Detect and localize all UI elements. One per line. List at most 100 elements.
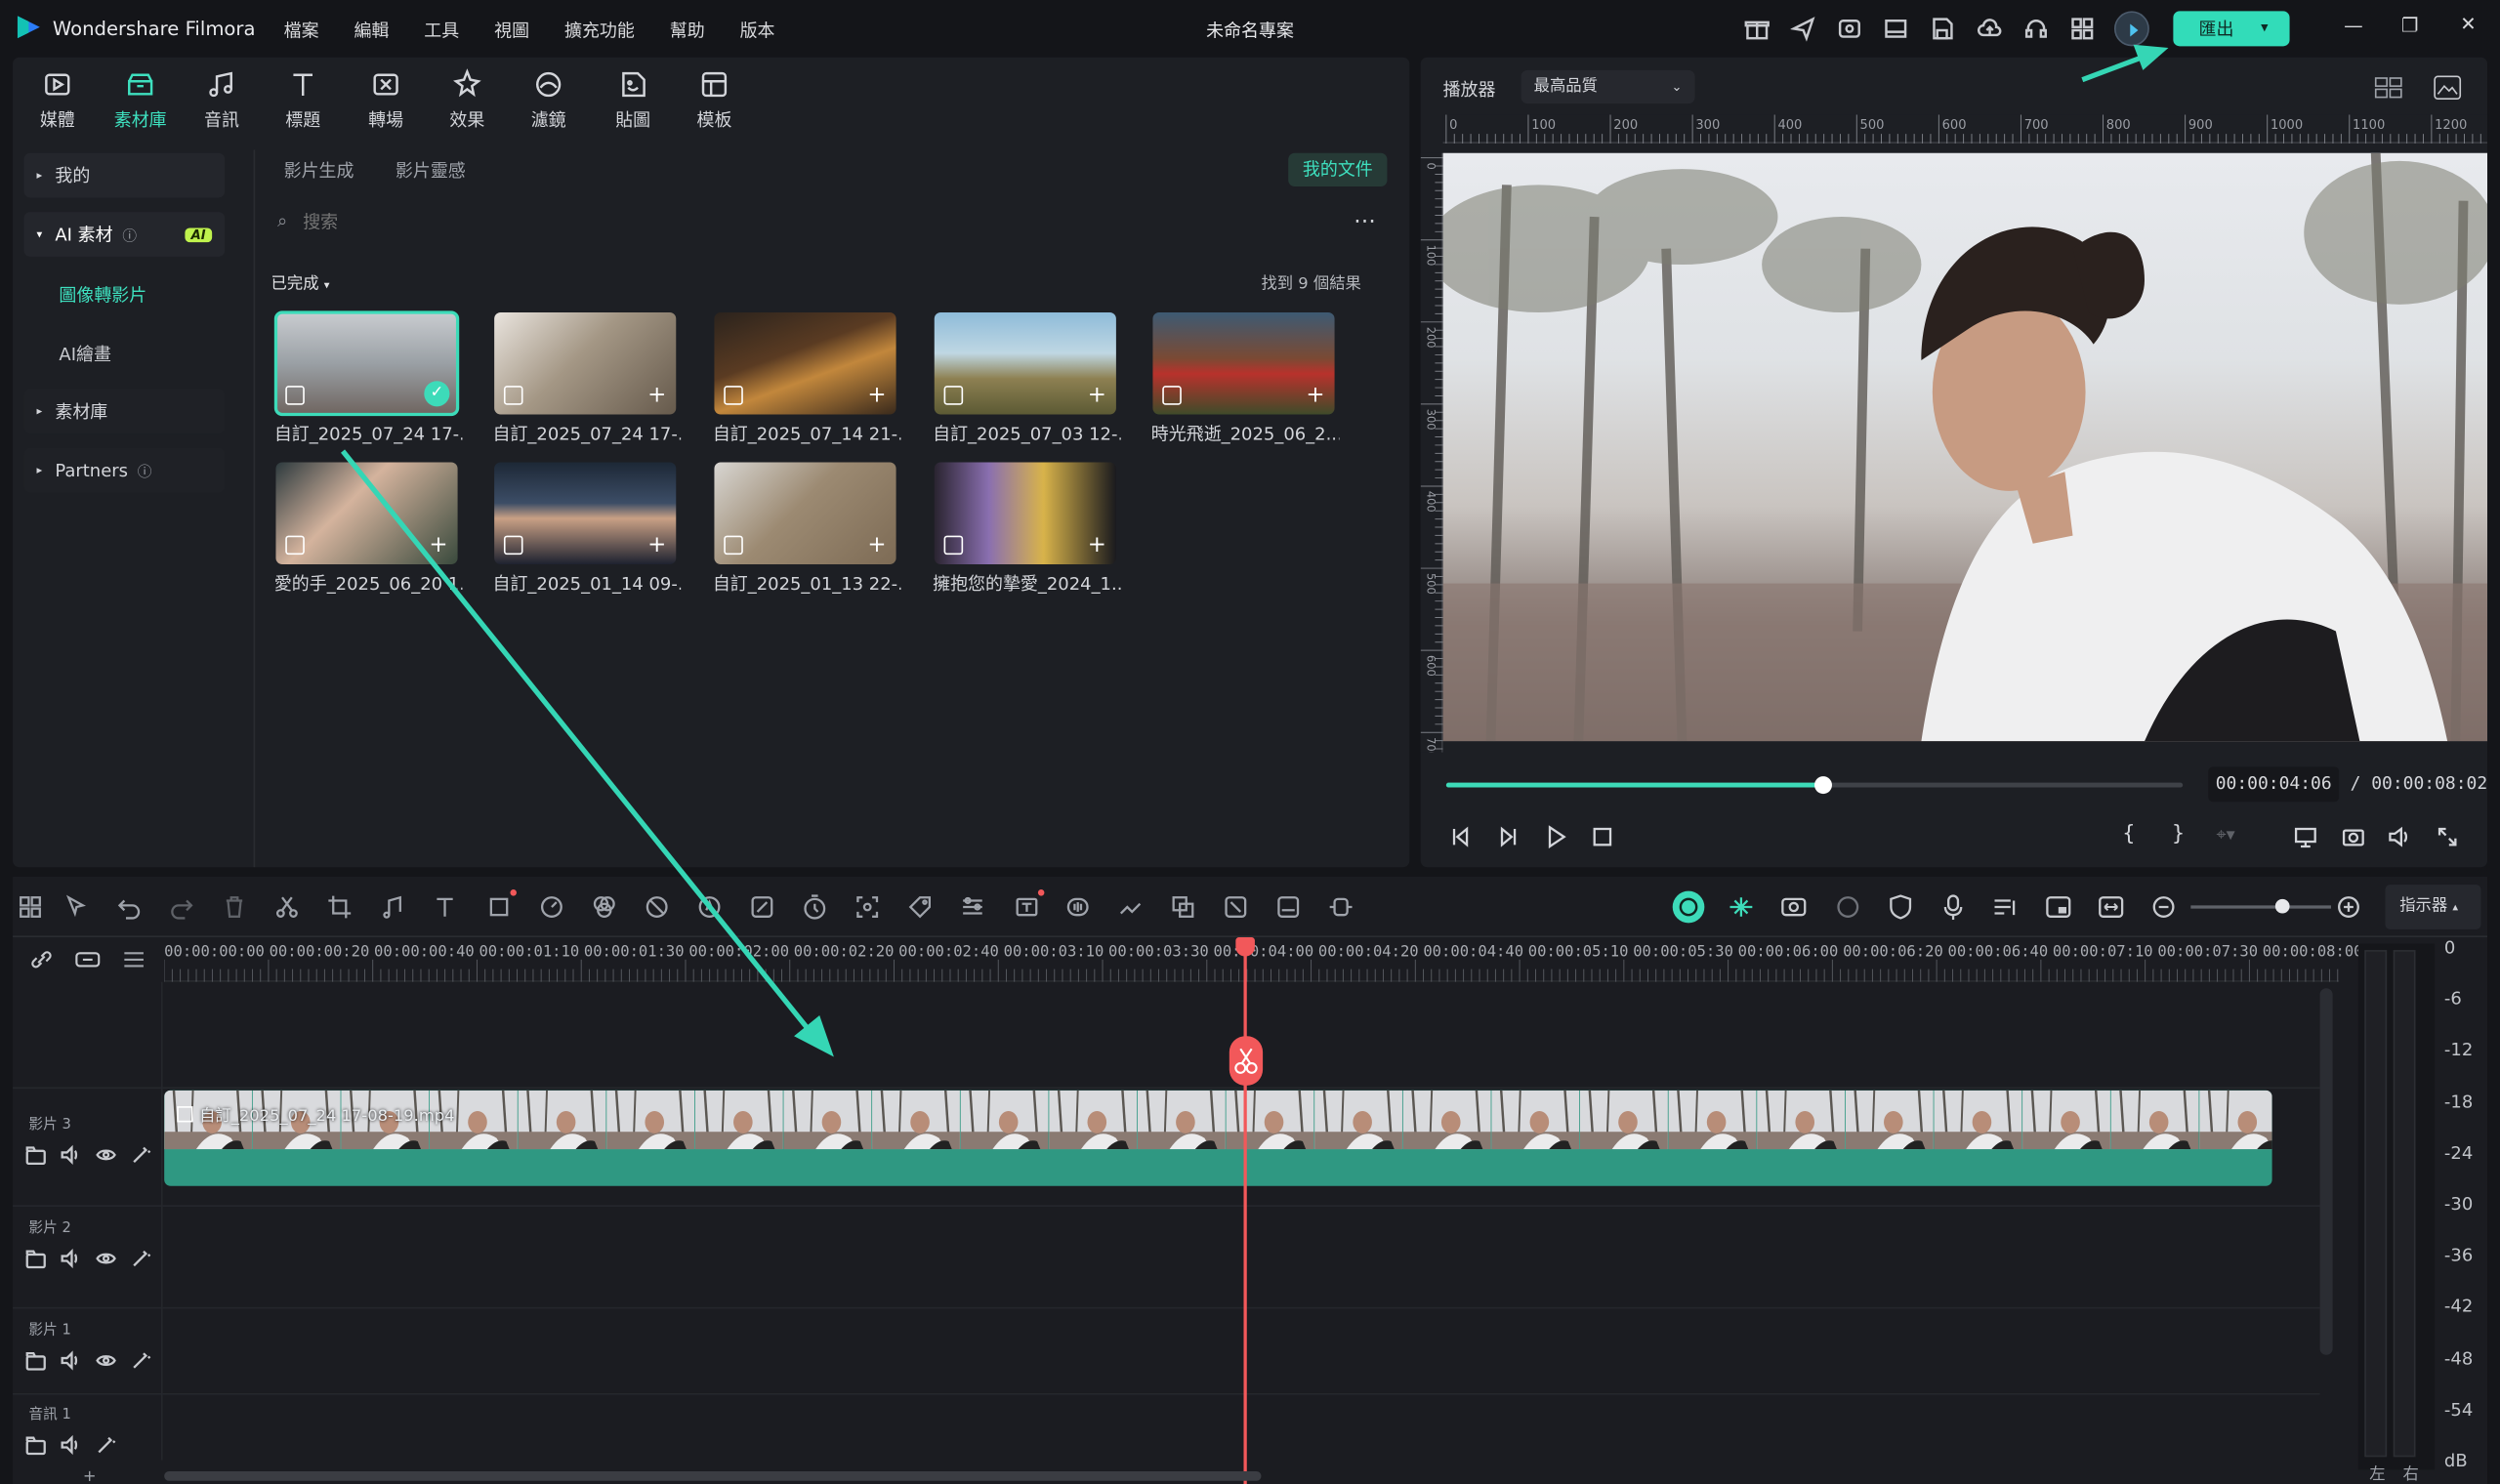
restore-icon[interactable]: ❐ <box>2401 15 2419 37</box>
crop-icon[interactable] <box>325 892 354 921</box>
stop-icon[interactable] <box>1590 824 1615 849</box>
redo-icon[interactable] <box>167 892 195 921</box>
playback-progress-handle[interactable] <box>1813 776 1832 795</box>
sidebar-item-ai[interactable]: ▾ AI 素材 ⓘ AI <box>23 212 226 257</box>
tab-video-gen[interactable]: 影片生成 <box>284 158 354 184</box>
magic-wand-icon[interactable] <box>131 1347 151 1369</box>
magic-wand-icon[interactable] <box>96 1431 116 1454</box>
text-icon[interactable] <box>431 892 459 921</box>
prev-frame-icon[interactable] <box>1447 824 1473 849</box>
sidebar-item-partners[interactable]: ▸ Partners ⓘ <box>23 447 226 493</box>
search-input[interactable] <box>303 205 782 238</box>
add-icon[interactable]: + <box>83 1468 97 1484</box>
asset-thumbnail[interactable]: + <box>275 462 458 564</box>
menu-item[interactable]: 工具 <box>424 18 459 43</box>
asset-thumbnail[interactable]: + <box>494 462 677 564</box>
mark-out-icon[interactable]: } <box>2172 822 2186 845</box>
focus-icon[interactable] <box>853 892 881 921</box>
track-manager-icon[interactable] <box>121 947 146 972</box>
menu-item[interactable]: 版本 <box>740 18 775 43</box>
audio-mix-icon[interactable] <box>1991 894 2020 920</box>
menu-item[interactable]: 擴充功能 <box>564 18 635 43</box>
speaker-icon[interactable] <box>61 1141 81 1165</box>
snapshot-icon[interactable] <box>2341 824 2366 849</box>
color-icon[interactable] <box>590 892 618 921</box>
menu-item[interactable]: 編輯 <box>354 18 389 43</box>
add-to-timeline-icon[interactable]: + <box>1305 384 1327 406</box>
export-button[interactable]: 匯出 ▾ <box>2173 11 2290 47</box>
edit-icon[interactable] <box>748 892 776 921</box>
add-to-timeline-icon[interactable]: + <box>646 384 668 406</box>
gift-icon[interactable] <box>1741 13 1773 45</box>
tool-music-note[interactable]: 音訊 <box>187 67 257 133</box>
marker-icon[interactable]: ⌖▾ <box>2216 824 2234 846</box>
tab-video-inspiration[interactable]: 影片靈感 <box>396 158 466 184</box>
tool-filter[interactable]: 濾鏡 <box>514 67 584 133</box>
mask-icon[interactable] <box>643 892 671 921</box>
grid-view-icon[interactable] <box>2374 75 2402 101</box>
audio-icon[interactable] <box>378 892 406 921</box>
speed-icon[interactable] <box>537 892 565 921</box>
asset-thumbnail[interactable]: + <box>934 312 1116 415</box>
filter-dropdown[interactable]: 已完成 ▾ <box>271 269 330 293</box>
asset-thumbnail[interactable]: + <box>494 312 677 415</box>
render-icon[interactable] <box>1834 894 1862 920</box>
translate-icon[interactable] <box>1169 892 1197 921</box>
ai-face-icon[interactable] <box>1672 890 1705 924</box>
apps-grid-icon[interactable] <box>2066 13 2099 45</box>
quality-select[interactable]: 最高品質 ⌄ <box>1521 69 1695 104</box>
next-frame-icon[interactable] <box>1495 824 1521 849</box>
ai-icon[interactable] <box>695 892 724 921</box>
headset-icon[interactable] <box>2021 13 2053 45</box>
my-files-button[interactable]: 我的文件 <box>1288 152 1388 187</box>
menu-item[interactable]: 檔案 <box>284 18 319 43</box>
speaker-icon[interactable] <box>61 1245 81 1269</box>
close-icon[interactable]: ✕ <box>2460 13 2476 35</box>
current-time[interactable]: 00:00:04:06 <box>2208 766 2340 803</box>
more-options-icon[interactable]: ⋯ <box>1354 209 1377 234</box>
help-icon[interactable]: ⓘ <box>122 224 137 244</box>
layout-icon[interactable] <box>1880 13 1912 45</box>
asset-thumbnail[interactable]: + <box>714 312 896 415</box>
shield-icon[interactable] <box>1886 894 1914 920</box>
play-icon[interactable] <box>1543 824 1568 849</box>
menu-item[interactable]: 視圖 <box>494 18 529 43</box>
menu-item[interactable]: 幫助 <box>670 18 705 43</box>
expand-icon[interactable] <box>1326 892 1354 921</box>
delete-icon[interactable] <box>220 892 248 921</box>
fit-width-icon[interactable] <box>2097 894 2125 920</box>
tts-icon[interactable] <box>1013 889 1045 921</box>
add-to-timeline-icon[interactable]: + <box>1086 384 1108 406</box>
minimize-icon[interactable]: — <box>2344 15 2363 37</box>
save-icon[interactable] <box>1926 13 1958 45</box>
playback-progress-track[interactable] <box>1445 776 2184 795</box>
playhead[interactable] <box>1243 940 1247 1484</box>
zoom-in-icon[interactable] <box>2336 894 2361 920</box>
add-to-timeline-icon[interactable]: + <box>428 534 450 556</box>
sidebar-item-mine[interactable]: ▸ 我的 <box>23 152 226 198</box>
folder-lock-icon[interactable] <box>25 1141 46 1166</box>
speaker-icon[interactable] <box>61 1347 81 1371</box>
timer-icon[interactable] <box>801 892 829 921</box>
asset-thumbnail[interactable]: ✓ <box>273 310 460 417</box>
subtitle-icon[interactable] <box>1274 892 1303 921</box>
tool-transition[interactable]: 轉場 <box>351 67 421 133</box>
meter-dropdown[interactable]: 指示器 ▴ <box>2385 885 2481 929</box>
asset-thumbnail[interactable]: + <box>1152 312 1335 415</box>
video-clip[interactable]: 自訂_2025_07_24 17-08-19.mp4 <box>164 1090 2272 1186</box>
eye-icon[interactable] <box>96 1141 116 1162</box>
folder-lock-icon[interactable] <box>25 1431 46 1456</box>
link-icon[interactable] <box>28 947 54 972</box>
add-to-timeline-icon[interactable]: + <box>1086 534 1108 556</box>
folder-lock-icon[interactable] <box>25 1347 46 1371</box>
magic-wand-icon[interactable] <box>131 1245 151 1267</box>
tool-sticker[interactable]: 貼圖 <box>598 67 668 133</box>
split-button[interactable] <box>1229 1036 1264 1086</box>
speaker-icon[interactable] <box>61 1431 81 1456</box>
magic-wand-icon[interactable] <box>131 1141 151 1164</box>
avatar[interactable] <box>2113 11 2149 47</box>
ai-cut-icon[interactable] <box>1222 892 1250 921</box>
image-icon[interactable] <box>2434 75 2462 101</box>
undo-icon[interactable] <box>115 892 144 921</box>
horizontal-scrollbar[interactable] <box>164 1470 1262 1481</box>
